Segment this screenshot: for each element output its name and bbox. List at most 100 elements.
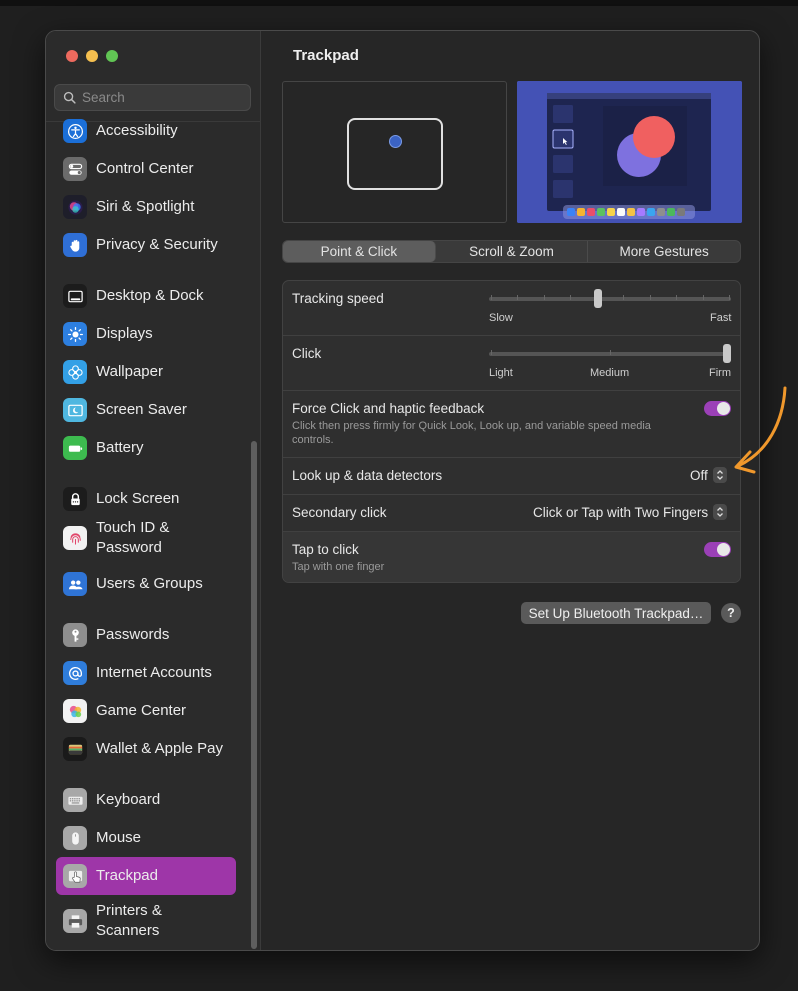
dock-icon — [63, 284, 87, 308]
click-slider[interactable] — [723, 344, 731, 363]
sidebar-item-label: Siri & Spotlight — [96, 198, 195, 215]
force-click-label: Force Click and haptic feedback — [292, 401, 485, 416]
search-field[interactable] — [54, 84, 251, 111]
tracking-speed-tick — [543, 295, 545, 300]
mouse-icon — [63, 826, 87, 850]
fast-label: Fast — [710, 312, 732, 324]
sidebar-item-label: Internet Accounts — [96, 664, 212, 681]
sidebar-item-label: Keyboard — [96, 791, 161, 808]
sidebar-item-keyboard[interactable]: Keyboard — [56, 783, 236, 817]
sidebar-item-label: Passwords — [96, 626, 170, 643]
sidebar-item-screen-saver[interactable]: Screen Saver — [56, 393, 236, 427]
search-input[interactable] — [82, 90, 242, 105]
sidebar-item-control-center[interactable]: Control Center — [56, 152, 236, 186]
click-label: Click — [292, 346, 322, 361]
setup-bluetooth-trackpad-button[interactable]: Set Up Bluetooth Trackpad… — [521, 602, 711, 624]
lookup-value: Off — [690, 467, 708, 483]
tab-more-gestures[interactable]: More Gestures — [588, 241, 740, 262]
at-icon — [63, 661, 87, 685]
chevron-updown-icon — [712, 467, 727, 483]
sidebar-item-passwords[interactable]: Passwords — [56, 618, 236, 652]
main-pane: Trackpad Point & Click Scroll & Zoom Mor… — [262, 31, 759, 950]
wallet-icon — [63, 737, 87, 761]
close-button[interactable] — [66, 50, 78, 62]
sidebar-item-mouse[interactable]: Mouse — [56, 821, 236, 855]
finger-dot — [389, 135, 402, 148]
sidebar-item-label: Trackpad — [96, 867, 158, 884]
sidebar-item-battery[interactable]: Battery — [56, 431, 236, 465]
sidebar-item-displays[interactable]: Displays — [56, 317, 236, 351]
sidebar-item-privacy-security[interactable]: Privacy & Security — [56, 228, 236, 262]
tab-scroll-zoom[interactable]: Scroll & Zoom — [436, 241, 589, 262]
trackpad-icon — [63, 864, 87, 888]
keyboard-icon — [63, 788, 87, 812]
force-click-toggle[interactable] — [704, 401, 731, 416]
force-click-description: Click then press firmly for Quick Look, … — [292, 420, 651, 446]
trackpad-illustration — [282, 81, 507, 223]
tracking-speed-tick — [517, 295, 519, 300]
force-click-row: Force Click and haptic feedback Click th… — [283, 391, 740, 458]
click-tick — [491, 350, 492, 355]
sidebar-item-printers-scanners[interactable]: Printers & Scanners — [56, 897, 236, 945]
sidebar-item-users-groups[interactable]: Users & Groups — [56, 567, 236, 601]
sidebar-item-label: Lock Screen — [96, 490, 180, 507]
desktop-top-strip — [0, 0, 798, 6]
help-button[interactable]: ? — [721, 603, 741, 623]
gesture-preview-video — [517, 81, 742, 223]
sidebar-item-wallet-apple-pay[interactable]: Wallet & Apple Pay — [56, 732, 236, 766]
window-controls — [66, 50, 118, 62]
zoom-button[interactable] — [106, 50, 118, 62]
tap-to-click-toggle[interactable] — [704, 542, 731, 557]
tab-bar: Point & Click Scroll & Zoom More Gesture… — [282, 240, 741, 263]
tap-to-click-description: Tap with one finger — [292, 561, 385, 573]
settings-window: Accessibility Control Center Siri & Spot… — [45, 30, 760, 951]
sidebar-item-touch-id-password[interactable]: Touch ID & Password — [56, 514, 236, 562]
sidebar-item-label: Touch ID & Password — [96, 519, 170, 556]
firm-label: Firm — [709, 367, 731, 379]
sidebar-item-wallpaper[interactable]: Wallpaper — [56, 355, 236, 389]
page-title: Trackpad — [293, 47, 359, 64]
tracking-speed-tick — [702, 295, 704, 300]
click-tick — [610, 350, 611, 355]
search-icon — [63, 91, 76, 104]
sidebar-item-label: Wallet & Apple Pay — [96, 740, 224, 757]
sidebar-item-desktop-dock[interactable]: Desktop & Dock — [56, 279, 236, 313]
tracking-speed-tick — [649, 295, 651, 300]
secondary-click-popup[interactable]: Click or Tap with Two Fingers — [533, 504, 728, 520]
sidebar-item-label: Mouse — [96, 829, 142, 846]
click-row: Click Light Medium Firm — [283, 336, 740, 391]
sun-icon — [63, 322, 87, 346]
slow-label: Slow — [489, 312, 513, 324]
sidebar-item-label: Wallpaper — [96, 363, 163, 380]
lookup-label: Look up & data detectors — [292, 468, 443, 483]
control-center-icon — [63, 157, 87, 181]
printer-icon — [63, 909, 87, 933]
sidebar-item-label: Screen Saver — [96, 401, 187, 418]
key-icon — [63, 623, 87, 647]
sidebar-item-siri-spotlight[interactable]: Siri & Spotlight — [56, 190, 236, 224]
lookup-popup[interactable]: Off — [690, 467, 727, 483]
sidebar-item-trackpad[interactable]: Trackpad — [56, 857, 236, 895]
siri-icon — [63, 195, 87, 219]
minimize-button[interactable] — [86, 50, 98, 62]
tracking-speed-tick — [623, 295, 625, 300]
tracking-speed-slider[interactable] — [594, 289, 603, 308]
fingerprint-icon — [63, 526, 87, 550]
secondary-click-value: Click or Tap with Two Fingers — [533, 504, 709, 520]
tab-point-click[interactable]: Point & Click — [283, 241, 436, 262]
preview-screen-graphic — [517, 81, 742, 223]
sidebar: Accessibility Control Center Siri & Spot… — [46, 31, 261, 950]
sidebar-item-accessibility[interactable]: Accessibility — [56, 114, 236, 148]
lookup-row: Look up & data detectors Off — [283, 458, 740, 495]
sidebar-item-lock-screen[interactable]: Lock Screen — [56, 482, 236, 516]
sidebar-item-label: Users & Groups — [96, 575, 203, 592]
users-icon — [63, 572, 87, 596]
sidebar-scrollbar[interactable] — [251, 441, 257, 949]
flower-icon — [63, 360, 87, 384]
light-label: Light — [489, 367, 513, 379]
tracking-speed-tick — [676, 295, 678, 300]
sidebar-item-internet-accounts[interactable]: Internet Accounts — [56, 656, 236, 690]
tracking-speed-track[interactable] — [489, 297, 731, 301]
sidebar-item-label: Printers & Scanners — [96, 902, 162, 939]
sidebar-item-game-center[interactable]: Game Center — [56, 694, 236, 728]
